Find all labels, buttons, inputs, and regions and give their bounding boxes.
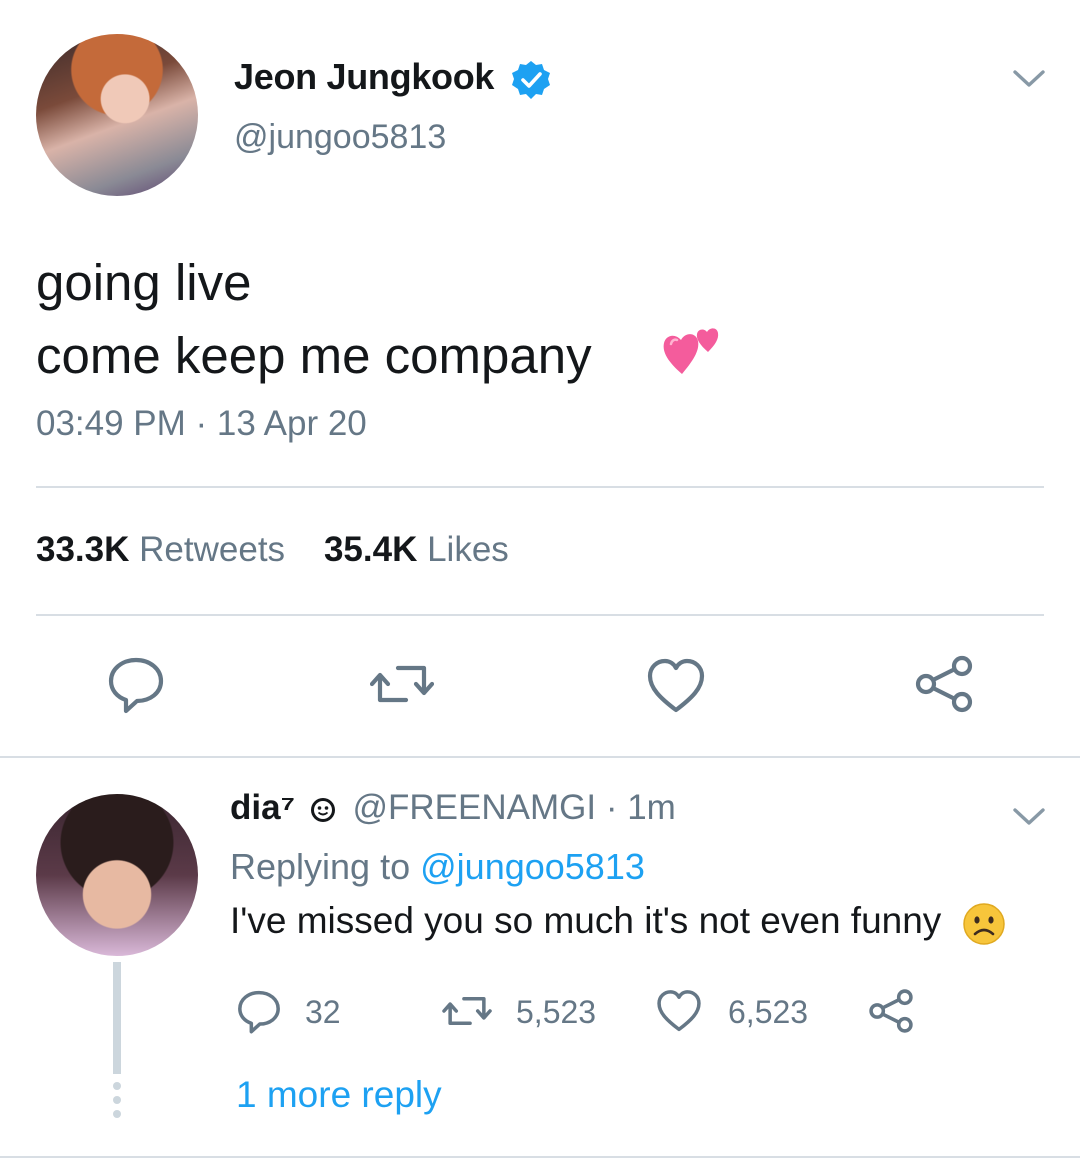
replying-to: Replying to @jungoo5813 <box>230 846 645 888</box>
reply-share-icon[interactable] <box>868 988 914 1034</box>
like-icon[interactable] <box>646 656 706 716</box>
thread-line <box>113 962 121 1074</box>
chevron-down-icon[interactable] <box>1012 68 1046 90</box>
divider <box>36 614 1044 616</box>
reply-like-icon[interactable] <box>656 988 702 1034</box>
reply-author-name[interactable]: dia⁷ <box>230 788 295 827</box>
thread-dot <box>113 1110 121 1118</box>
divider <box>36 486 1044 488</box>
tweet-text: going live come keep me company <box>36 246 592 392</box>
tweet-stats: 33.3K Retweets 35.4K Likes <box>36 530 509 570</box>
section-divider <box>0 1156 1080 1158</box>
reply-author-avatar[interactable] <box>36 794 198 956</box>
reply-retweets-count: 5,523 <box>516 994 597 1030</box>
reply-text: I've missed you so much it's not even fu… <box>230 900 941 942</box>
face-emoji-icon <box>309 796 337 824</box>
frowning-face-emoji-icon <box>962 902 1006 946</box>
reply-text-content: I've missed you so much it's not even fu… <box>230 900 942 941</box>
more-replies-link[interactable]: 1 more reply <box>236 1074 442 1116</box>
thread-dot <box>113 1082 121 1090</box>
likes-stat[interactable]: 35.4K Likes <box>324 530 509 569</box>
share-icon[interactable] <box>914 654 974 714</box>
likes-label: Likes <box>427 530 509 569</box>
retweets-label: Retweets <box>139 530 286 569</box>
reply-retweet-icon[interactable] <box>442 988 492 1034</box>
retweet-icon[interactable] <box>370 654 434 714</box>
author-handle[interactable]: @jungoo5813 <box>234 118 446 157</box>
reply-reply-icon[interactable] <box>236 988 282 1034</box>
retweets-count: 33.3K <box>36 530 130 569</box>
reply-icon[interactable] <box>106 654 166 714</box>
replying-to-handle-link[interactable]: @jungoo5813 <box>420 846 645 887</box>
chevron-down-icon[interactable] <box>1012 806 1046 828</box>
reply-time: · 1m <box>605 788 676 827</box>
reply-likes-count: 6,523 <box>728 994 809 1030</box>
reply-replies-count: 32 <box>305 994 341 1030</box>
two-hearts-emoji-icon <box>660 312 726 378</box>
replying-to-label: Replying to <box>230 846 411 887</box>
tweet-timestamp[interactable]: 03:49 PM · 13 Apr 20 <box>36 404 367 444</box>
reply-header: dia⁷ @FREENAMGI · 1m <box>230 788 676 828</box>
reply-author-handle[interactable]: @FREENAMGI <box>352 788 596 827</box>
retweets-stat[interactable]: 33.3K Retweets <box>36 530 285 569</box>
thread-dot <box>113 1096 121 1104</box>
author-avatar[interactable] <box>36 34 198 196</box>
section-divider <box>0 756 1080 758</box>
likes-count: 35.4K <box>323 530 418 569</box>
tweet-text-line-2: come keep me company <box>36 327 592 384</box>
author-name[interactable]: Jeon Jungkook <box>234 56 494 98</box>
verified-badge-icon <box>511 60 551 100</box>
tweet-text-line-1: going live <box>36 254 252 311</box>
